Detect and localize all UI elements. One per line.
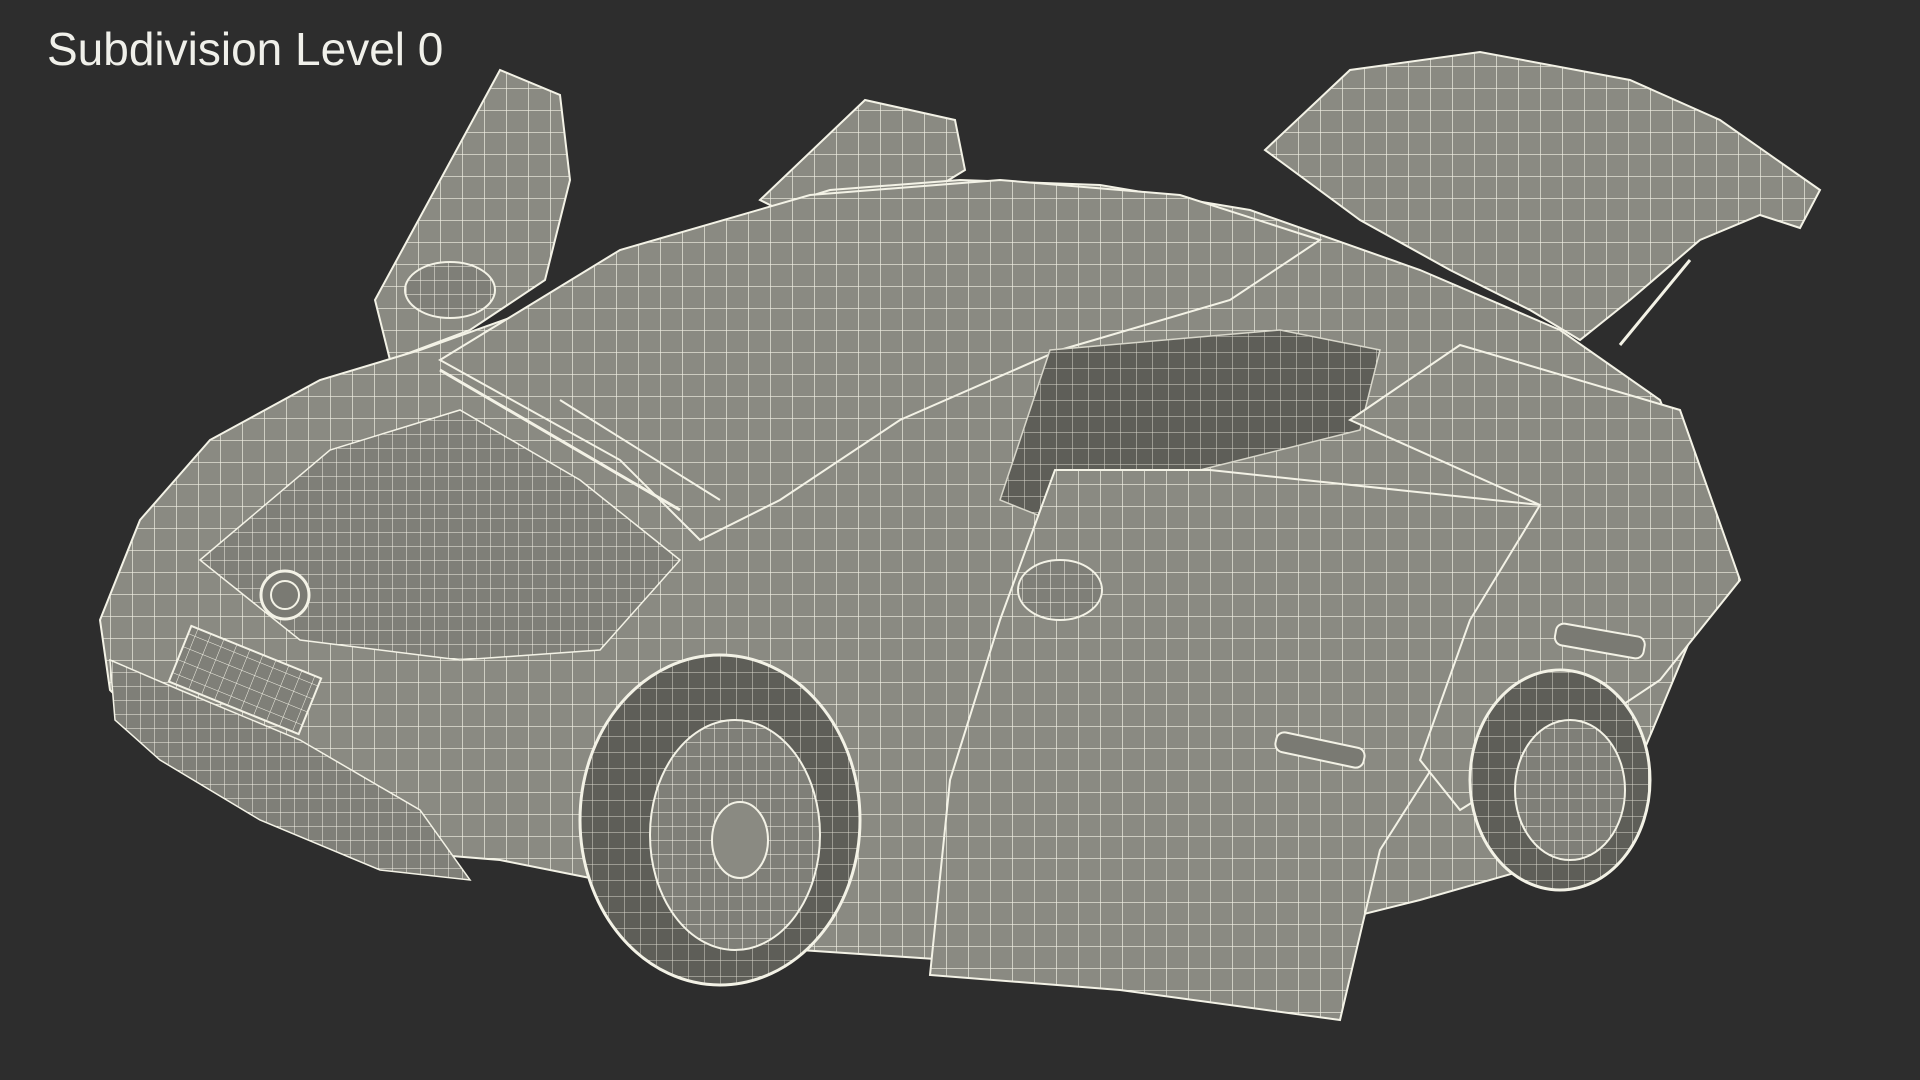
render-viewport: Subdivision Level 0 [0,0,1920,1080]
left-mirror [404,261,496,319]
car-wireframe-model [98,50,1822,1022]
right-mirror [1017,559,1103,621]
logo-emblem [259,569,311,621]
